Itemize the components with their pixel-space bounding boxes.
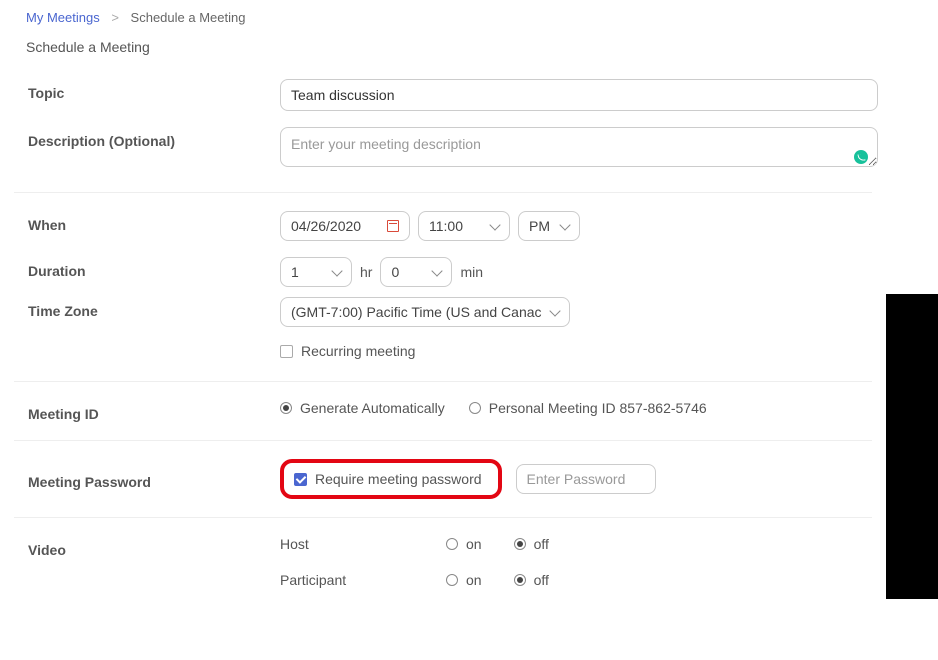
duration-label: Duration xyxy=(28,257,280,279)
require-password-label: Require meeting password xyxy=(315,471,482,487)
password-input[interactable] xyxy=(516,464,656,494)
duration-hr-select[interactable]: 1 xyxy=(280,257,352,287)
off-label: off xyxy=(534,536,549,552)
password-highlight: Require meeting password xyxy=(280,459,502,499)
chevron-down-icon xyxy=(549,305,560,316)
duration-hr-value: 1 xyxy=(291,264,299,280)
when-label: When xyxy=(28,211,280,233)
breadcrumb-root-link[interactable]: My Meetings xyxy=(26,10,100,25)
meeting-id-generate-radio[interactable] xyxy=(280,402,292,414)
require-password-checkbox[interactable] xyxy=(294,473,307,486)
participant-video-off-radio[interactable] xyxy=(514,574,526,586)
host-video-on-radio[interactable] xyxy=(446,538,458,550)
chevron-down-icon xyxy=(559,219,570,230)
meeting-id-personal-label: Personal Meeting ID 857-862-5746 xyxy=(489,400,707,416)
recurring-label: Recurring meeting xyxy=(301,343,415,359)
chevron-down-icon xyxy=(489,219,500,230)
date-value: 04/26/2020 xyxy=(291,218,361,234)
participant-video-label: Participant xyxy=(280,572,430,588)
date-picker[interactable]: 04/26/2020 xyxy=(280,211,410,241)
hr-label: hr xyxy=(360,264,372,280)
timezone-label: Time Zone xyxy=(28,297,280,319)
chevron-down-icon xyxy=(432,265,443,276)
meeting-id-personal-radio[interactable] xyxy=(469,402,481,414)
calendar-icon xyxy=(387,220,399,232)
time-value: 11:00 xyxy=(429,218,463,234)
video-label: Video xyxy=(28,536,280,558)
participant-video-on-radio[interactable] xyxy=(446,574,458,586)
host-video-label: Host xyxy=(280,536,430,552)
recurring-checkbox-row: Recurring meeting xyxy=(280,343,415,359)
duration-min-value: 0 xyxy=(391,264,399,280)
ampm-value: PM xyxy=(529,218,550,234)
chevron-right-icon: > xyxy=(111,10,119,25)
topic-input[interactable] xyxy=(280,79,878,111)
black-margin-right xyxy=(886,294,938,599)
grammarly-icon xyxy=(854,150,868,164)
on-label: on xyxy=(466,572,482,588)
timezone-select[interactable]: (GMT-7:00) Pacific Time (US and Canac xyxy=(280,297,570,327)
ampm-select[interactable]: PM xyxy=(518,211,580,241)
recurring-checkbox[interactable] xyxy=(280,345,293,358)
breadcrumb-current: Schedule a Meeting xyxy=(131,10,246,25)
off-label: off xyxy=(534,572,549,588)
min-label: min xyxy=(460,264,483,280)
meeting-password-label: Meeting Password xyxy=(28,468,280,490)
duration-min-select[interactable]: 0 xyxy=(380,257,452,287)
description-textarea[interactable] xyxy=(280,127,878,167)
meeting-id-label: Meeting ID xyxy=(28,400,280,422)
breadcrumb: My Meetings > Schedule a Meeting xyxy=(14,10,872,25)
meeting-id-generate-label: Generate Automatically xyxy=(300,400,445,416)
host-video-off-radio[interactable] xyxy=(514,538,526,550)
on-label: on xyxy=(466,536,482,552)
description-label: Description (Optional) xyxy=(28,127,280,149)
topic-label: Topic xyxy=(28,79,280,101)
page-title: Schedule a Meeting xyxy=(14,39,872,55)
timezone-value: (GMT-7:00) Pacific Time (US and Canac xyxy=(291,304,542,320)
time-select[interactable]: 11:00 xyxy=(418,211,510,241)
chevron-down-icon xyxy=(331,265,342,276)
